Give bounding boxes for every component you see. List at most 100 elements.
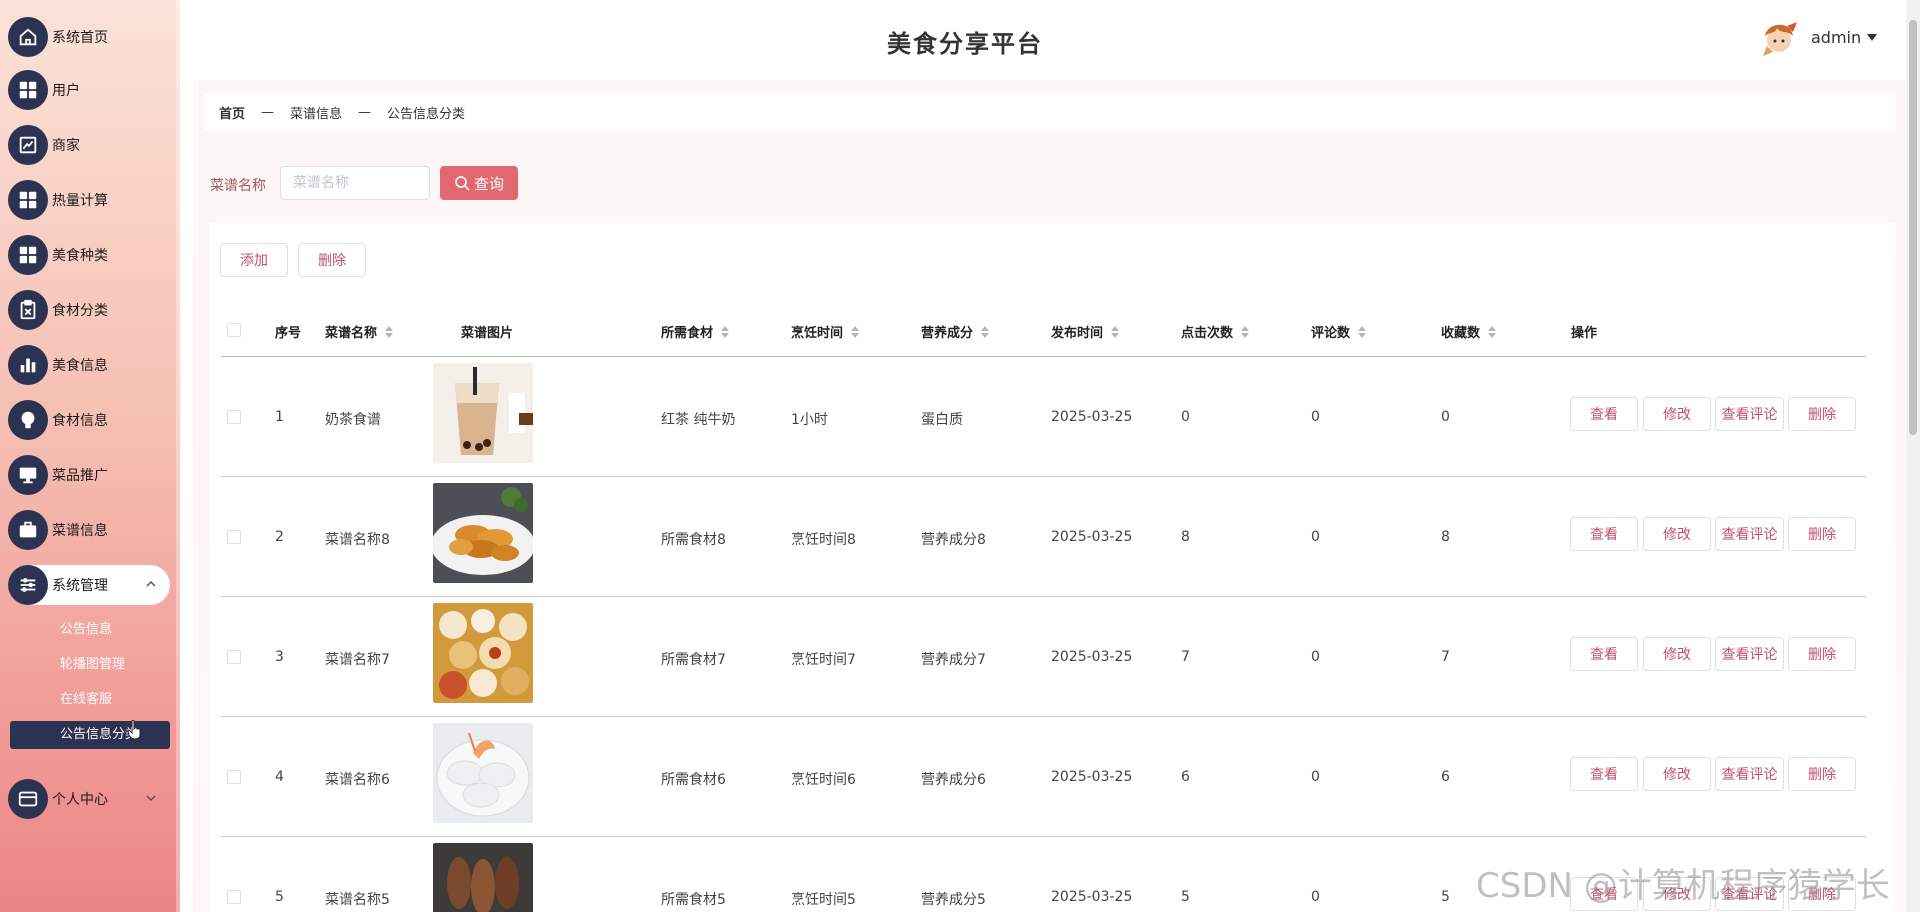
- sub-item-carousel[interactable]: 轮播图管理: [10, 651, 170, 679]
- chevron-up-icon: [146, 580, 156, 587]
- recipe-image: [433, 843, 533, 912]
- breadcrumb-recipe[interactable]: 菜谱信息: [290, 103, 342, 122]
- bar-chart-icon: [8, 345, 48, 385]
- avatar[interactable]: [1757, 16, 1801, 60]
- col-header-cook-time[interactable]: 烹饪时间: [791, 322, 860, 341]
- row-checkbox[interactable]: [227, 650, 241, 664]
- sidebar-item-system[interactable]: 系统管理: [8, 565, 170, 605]
- batch-delete-button[interactable]: 删除: [298, 243, 366, 277]
- delete-button[interactable]: 删除: [1788, 637, 1856, 671]
- sort-icon[interactable]: [851, 325, 860, 338]
- col-header-name[interactable]: 菜谱名称: [325, 322, 394, 341]
- recipe-image: [433, 483, 533, 583]
- username[interactable]: admin: [1811, 28, 1861, 47]
- monitor-icon: [8, 455, 48, 495]
- sidebar-item-recipe-info[interactable]: 菜谱信息: [8, 510, 170, 550]
- breadcrumb-home[interactable]: 首页: [219, 103, 245, 122]
- view-button[interactable]: 查看: [1570, 397, 1638, 431]
- sidebar-item-ingredient-info[interactable]: 食材信息: [8, 400, 170, 440]
- breadcrumb-separator: —: [358, 104, 372, 120]
- cell-cook-time: 烹饪时间5: [791, 892, 856, 908]
- edit-button[interactable]: 修改: [1643, 517, 1711, 551]
- wallet-icon: [8, 779, 48, 819]
- view-comments-button[interactable]: 查看评论: [1715, 637, 1784, 671]
- view-comments-button[interactable]: 查看评论: [1715, 757, 1784, 791]
- search-icon: [455, 176, 470, 191]
- sort-icon[interactable]: [1111, 325, 1120, 338]
- sort-icon[interactable]: [1488, 325, 1497, 338]
- view-button[interactable]: 查看: [1570, 517, 1638, 551]
- sidebar-item-promotion[interactable]: 菜品推广: [8, 455, 170, 495]
- sidebar-item-ingredient-category[interactable]: 食材分类: [8, 290, 170, 330]
- edit-button[interactable]: 修改: [1643, 397, 1711, 431]
- cell-cook-time: 烹饪时间6: [791, 772, 856, 788]
- cell-comments: 0: [1311, 649, 1320, 665]
- sort-icon[interactable]: [1358, 325, 1367, 338]
- row-checkbox[interactable]: [227, 530, 241, 544]
- delete-button[interactable]: 删除: [1788, 517, 1856, 551]
- sub-item-notice-category[interactable]: 公告信息分类: [10, 721, 170, 749]
- sidebar-item-food-type[interactable]: 美食种类: [8, 235, 170, 275]
- select-all-checkbox[interactable]: [227, 323, 241, 337]
- sidebar-scrollbar[interactable]: [176, 0, 180, 912]
- sidebar-item-food-info[interactable]: 美食信息: [8, 345, 170, 385]
- col-header-favorites[interactable]: 收藏数: [1441, 322, 1497, 341]
- sort-icon[interactable]: [981, 325, 990, 338]
- sidebar-item-label: 系统管理: [52, 578, 108, 594]
- view-button[interactable]: 查看: [1570, 757, 1638, 791]
- sub-item-notice[interactable]: 公告信息: [10, 616, 170, 644]
- page-scrollbar[interactable]: [1906, 0, 1920, 912]
- search-button[interactable]: 查询: [440, 166, 518, 200]
- col-header-publish-date[interactable]: 发布时间: [1051, 322, 1120, 341]
- cell-nutrition: 营养成分5: [921, 892, 986, 908]
- clipboard-icon: [8, 290, 48, 330]
- breadcrumb-current: 公告信息分类: [387, 106, 466, 122]
- bulb-icon: [8, 400, 48, 440]
- search-button-label: 查询: [473, 174, 504, 193]
- cell-cook-time: 烹饪时间7: [791, 652, 856, 668]
- col-header-nutrition[interactable]: 营养成分: [921, 322, 990, 341]
- edit-button[interactable]: 修改: [1643, 757, 1711, 791]
- delete-button[interactable]: 删除: [1788, 397, 1856, 431]
- cell-index: 1: [275, 409, 284, 425]
- table-row: 2 菜谱名称8 所需食材8 烹饪时间8 营养成分8 2025-03-25 8 0…: [221, 477, 1866, 597]
- cell-name: 菜谱名称8: [325, 532, 390, 548]
- sidebar-item-users[interactable]: 用户: [8, 70, 170, 110]
- view-comments-button[interactable]: 查看评论: [1715, 517, 1784, 551]
- breadcrumb-separator: —: [261, 104, 275, 120]
- col-header-comments[interactable]: 评论数: [1311, 322, 1367, 341]
- cell-favorites: 7: [1441, 649, 1450, 665]
- sort-icon[interactable]: [1241, 325, 1250, 338]
- sidebar-item-personal[interactable]: 个人中心: [8, 779, 170, 819]
- search-input[interactable]: [280, 166, 430, 200]
- sort-icon[interactable]: [721, 325, 730, 338]
- sidebar-item-home[interactable]: 系统首页: [8, 17, 170, 57]
- row-checkbox[interactable]: [227, 410, 241, 424]
- view-button[interactable]: 查看: [1570, 637, 1638, 671]
- cell-cook-time: 烹饪时间8: [791, 532, 856, 548]
- col-header-index: 序号: [275, 326, 302, 341]
- row-checkbox[interactable]: [227, 890, 241, 904]
- briefcase-icon: [8, 510, 48, 550]
- home-icon: [8, 17, 48, 57]
- edit-button[interactable]: 修改: [1643, 637, 1711, 671]
- cell-publish-date: 2025-03-25: [1051, 409, 1133, 425]
- sidebar-item-merchant[interactable]: 商家: [8, 125, 170, 165]
- sidebar-item-calorie[interactable]: 热量计算: [8, 180, 170, 220]
- col-header-ingredients[interactable]: 所需食材: [661, 322, 730, 341]
- add-button[interactable]: 添加: [220, 243, 288, 277]
- view-comments-button[interactable]: 查看评论: [1715, 397, 1784, 431]
- cell-clicks: 0: [1181, 409, 1190, 425]
- col-header-clicks[interactable]: 点击次数: [1181, 322, 1250, 341]
- sidebar-item-label: 菜谱信息: [52, 523, 108, 539]
- sub-item-online-service[interactable]: 在线客服: [10, 686, 170, 714]
- delete-button[interactable]: 删除: [1788, 757, 1856, 791]
- table-header: 序号 菜谱名称 菜谱图片 所需食材 烹饪时间 营养成分 发布时间 点击次数 评论…: [221, 302, 1866, 357]
- caret-down-icon[interactable]: [1867, 34, 1877, 42]
- scrollbar-thumb[interactable]: [1909, 20, 1917, 435]
- cell-nutrition: 营养成分7: [921, 652, 986, 668]
- sort-icon[interactable]: [385, 325, 394, 338]
- cell-cook-time: 1小时: [791, 412, 828, 428]
- cell-nutrition: 营养成分8: [921, 532, 986, 548]
- row-checkbox[interactable]: [227, 770, 241, 784]
